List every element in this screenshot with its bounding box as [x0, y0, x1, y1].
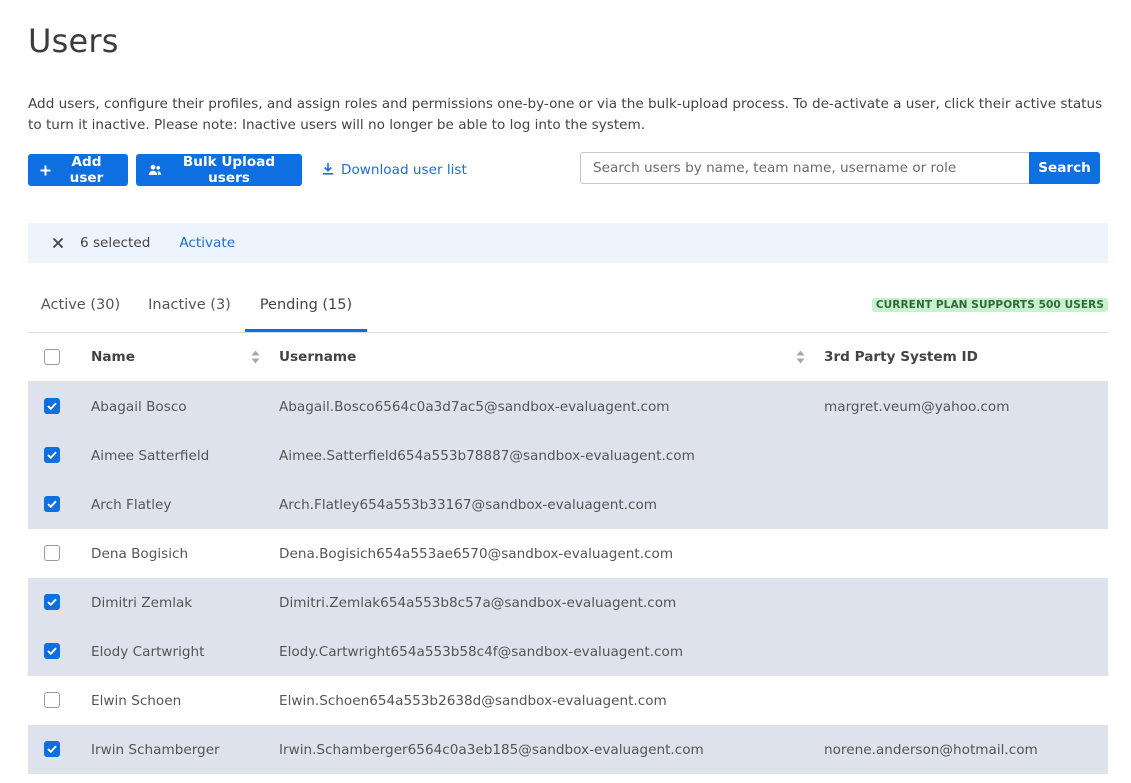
table-row[interactable]: Elody Cartwright Elody.Cartwright654a553b… — [28, 627, 1108, 676]
checkmark-icon — [44, 594, 60, 610]
checkmark-icon — [44, 496, 60, 512]
table-row[interactable]: Arch Flatley Arch.Flatley654a553b33167@sa… — [28, 480, 1108, 529]
user-username: Aimee.Satterfield654a553b78887@sandbox-e… — [279, 447, 695, 464]
user-name: Abagail Bosco — [91, 398, 187, 415]
user-system-id: margret.veum@yahoo.com — [824, 398, 1010, 415]
download-user-list-link[interactable]: Download user list — [322, 162, 467, 179]
table-row[interactable]: Dena Bogisich Dena.Bogisich654a553ae6570@… — [28, 529, 1108, 578]
add-user-button[interactable]: Add user — [28, 154, 128, 186]
page-title: Users — [28, 22, 119, 60]
selected-count: 6 selected — [80, 235, 151, 251]
tab-pending[interactable]: Pending (15) — [245, 286, 367, 332]
toolbar: Add user Bulk Upload users Download user… — [28, 154, 467, 186]
row-checkbox[interactable] — [44, 692, 60, 708]
user-name: Aimee Satterfield — [91, 447, 210, 464]
download-icon — [322, 162, 334, 179]
user-name: Arch Flatley — [91, 496, 172, 513]
table-row[interactable]: Dimitri Zemlak Dimitri.Zemlak654a553b8c57… — [28, 578, 1108, 627]
checkbox-box — [44, 692, 60, 708]
tab-active[interactable]: Active (30) — [28, 286, 133, 331]
row-checkbox[interactable] — [44, 741, 60, 757]
table-header: Name Username 3rd Party System ID — [28, 333, 1108, 382]
user-username: Arch.Flatley654a553b33167@sandbox-evalua… — [279, 496, 658, 513]
checkmark-icon — [44, 643, 60, 659]
bulk-upload-button[interactable]: Bulk Upload users — [136, 154, 302, 186]
user-system-id: norene.anderson@hotmail.com — [824, 741, 1038, 758]
table-row[interactable]: Elwin Schoen Elwin.Schoen654a553b2638d@sa… — [28, 676, 1108, 725]
row-checkbox[interactable] — [44, 594, 60, 610]
user-username: Dena.Bogisich654a553ae6570@sandbox-evalu… — [279, 545, 674, 562]
table-row[interactable]: Aimee Satterfield Aimee.Satterfield654a55… — [28, 431, 1108, 480]
table-body: Abagail Bosco Abagail.Bosco6564c0a3d7ac5@… — [28, 382, 1108, 774]
row-checkbox[interactable] — [44, 496, 60, 512]
user-username: Irwin.Schamberger6564c0a3eb185@sandbox-e… — [279, 741, 704, 758]
checkmark-icon — [44, 398, 60, 414]
sort-icon[interactable] — [796, 350, 805, 368]
row-checkbox[interactable] — [44, 545, 60, 561]
bulk-upload-label: Bulk Upload users — [182, 154, 276, 186]
tab-inactive[interactable]: Inactive (3) — [133, 286, 246, 331]
plus-icon — [40, 165, 51, 176]
table-row[interactable]: Abagail Bosco Abagail.Bosco6564c0a3d7ac5@… — [28, 382, 1108, 431]
column-header-name[interactable]: Name — [91, 349, 135, 365]
search-input[interactable] — [580, 152, 1029, 184]
checkmark-icon — [44, 741, 60, 757]
status-tabs: Active (30) Inactive (3) Pending (15) CU… — [28, 286, 1108, 333]
user-username: Dimitri.Zemlak654a553b8c57a@sandbox-eval… — [279, 594, 677, 611]
search-button[interactable]: Search — [1029, 152, 1100, 184]
table-row[interactable]: Irwin Schamberger Irwin.Schamberger6564c0… — [28, 725, 1108, 774]
activate-button[interactable]: Activate — [179, 235, 235, 251]
users-icon — [148, 164, 162, 176]
checkmark-icon — [44, 447, 60, 463]
row-checkbox[interactable] — [44, 447, 60, 463]
close-icon[interactable] — [51, 236, 65, 250]
user-name: Dimitri Zemlak — [91, 594, 193, 611]
sort-icon[interactable] — [251, 350, 260, 368]
user-name: Elody Cartwright — [91, 643, 205, 660]
user-name: Irwin Schamberger — [91, 741, 220, 758]
user-username: Abagail.Bosco6564c0a3d7ac5@sandbox-evalu… — [279, 398, 670, 415]
download-label: Download user list — [341, 162, 467, 178]
user-name: Elwin Schoen — [91, 692, 182, 709]
users-page: Users Add users, configure their profile… — [0, 0, 1131, 783]
selection-bar: 6 selected Activate — [28, 223, 1108, 263]
select-all-checkbox[interactable] — [44, 349, 60, 365]
user-name: Dena Bogisich — [91, 545, 189, 562]
user-username: Elody.Cartwright654a553b58c4f@sandbox-ev… — [279, 643, 684, 660]
checkbox-box — [44, 545, 60, 561]
column-header-system-id: 3rd Party System ID — [824, 349, 978, 365]
users-table: Name Username 3rd Party System ID Abagai… — [28, 333, 1108, 774]
page-description: Add users, configure their profiles, and… — [28, 96, 1103, 133]
search-bar: Search — [580, 152, 1100, 184]
plan-badge: CURRENT PLAN SUPPORTS 500 USERS — [871, 298, 1108, 312]
row-checkbox[interactable] — [44, 643, 60, 659]
add-user-label: Add user — [69, 154, 104, 186]
user-username: Elwin.Schoen654a553b2638d@sandbox-evalua… — [279, 692, 667, 709]
column-header-username[interactable]: Username — [279, 349, 356, 365]
row-checkbox[interactable] — [44, 398, 60, 414]
